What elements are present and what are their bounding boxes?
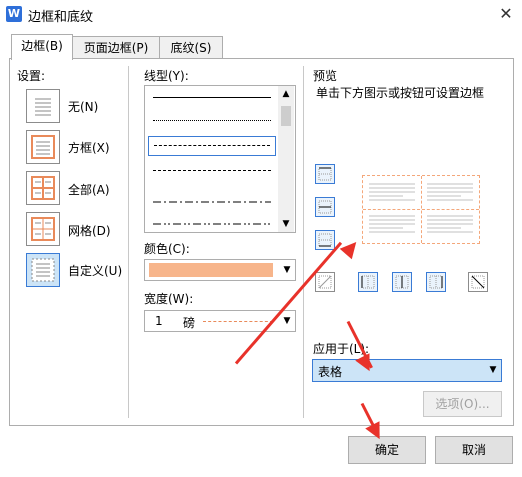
cancel-button[interactable]: 取消 — [435, 436, 513, 464]
right-border-button[interactable] — [426, 272, 446, 292]
bottom-border-icon — [318, 233, 332, 247]
line-style-solid[interactable] — [153, 97, 271, 98]
preview-hint: 单击下方图示或按钮可设置边框 — [316, 86, 485, 100]
column-divider — [128, 66, 129, 418]
width-label: 宽度(W): — [144, 292, 194, 306]
bottom-border-button[interactable] — [315, 230, 335, 250]
setting-grid-label: 网格(D) — [68, 224, 111, 238]
setting-custom-button[interactable] — [26, 253, 60, 287]
dialog-title: 边框和底纹 — [28, 10, 94, 25]
chevron-down-icon: ▼ — [283, 316, 291, 326]
line-style-scrollbar[interactable]: ▲ ▼ — [278, 86, 294, 232]
wps-app-icon: W — [6, 6, 22, 22]
apply-to-value: 表格 — [318, 365, 343, 379]
close-icon[interactable]: ✕ — [496, 4, 516, 24]
width-line-sample — [203, 321, 273, 322]
setting-all-button[interactable] — [26, 171, 60, 205]
inside-vertical-border-button[interactable] — [392, 272, 412, 292]
diagonal-up-border-button[interactable] — [468, 272, 488, 292]
setting-none-button[interactable] — [26, 89, 60, 123]
color-swatch — [149, 263, 273, 277]
left-border-icon — [361, 275, 375, 289]
width-value: 1 — [155, 314, 163, 328]
color-label: 颜色(C): — [144, 242, 190, 256]
inside-horizontal-border-button[interactable] — [315, 197, 335, 217]
no-border-icon — [35, 98, 51, 116]
box-border-icon — [31, 135, 55, 159]
color-dropdown[interactable]: ▼ — [144, 259, 296, 281]
scroll-down-icon[interactable]: ▼ — [278, 216, 294, 232]
chevron-down-icon: ▼ — [283, 265, 291, 275]
preview-heading: 预览 — [313, 69, 338, 83]
line-style-long-dash[interactable] — [153, 170, 271, 171]
scrollbar-thumb[interactable] — [281, 106, 291, 126]
left-border-button[interactable] — [358, 272, 378, 292]
chevron-down-icon: ▼ — [489, 365, 497, 375]
diagonal-up-border-icon — [471, 275, 485, 289]
diagonal-down-border-icon — [318, 275, 332, 289]
preview-text-lines — [369, 183, 473, 233]
tab-page-borders[interactable]: 页面边框(P) — [72, 36, 160, 59]
top-border-icon — [318, 167, 332, 181]
diagonal-down-border-button[interactable] — [315, 272, 335, 292]
line-style-list[interactable]: ▲ ▼ — [144, 85, 296, 233]
line-style-dash-dot[interactable] — [153, 192, 271, 203]
setting-none-label: 无(N) — [68, 100, 99, 114]
custom-border-icon — [31, 258, 55, 282]
line-style-dotted[interactable] — [153, 120, 271, 121]
scroll-up-icon[interactable]: ▲ — [278, 86, 294, 102]
line-style-selected-item[interactable] — [148, 136, 276, 156]
ok-button[interactable]: 确定 — [348, 436, 426, 464]
line-style-dashed — [154, 145, 270, 146]
setting-grid-button[interactable] — [26, 212, 60, 246]
preview-area[interactable] — [362, 175, 480, 244]
inside-vertical-border-icon — [395, 275, 409, 289]
width-unit: 磅 — [183, 316, 196, 330]
column-divider-2 — [303, 66, 304, 418]
tab-shading[interactable]: 底纹(S) — [159, 36, 223, 59]
title-bar: W 边框和底纹 ✕ — [0, 0, 522, 28]
setting-all-label: 全部(A) — [68, 183, 110, 197]
right-border-icon — [429, 275, 443, 289]
setting-custom-label: 自定义(U) — [68, 264, 123, 278]
inside-horizontal-border-icon — [318, 200, 332, 214]
setting-box-label: 方框(X) — [68, 141, 110, 155]
all-borders-icon — [31, 176, 55, 200]
tab-borders[interactable]: 边框(B) — [11, 34, 73, 60]
options-button[interactable]: 选项(O)... — [423, 391, 502, 417]
setting-box-button[interactable] — [26, 130, 60, 164]
line-style-label: 线型(Y): — [144, 69, 189, 83]
grid-border-icon — [31, 217, 55, 241]
line-style-dash-dot-dot[interactable] — [153, 214, 271, 225]
top-border-button[interactable] — [315, 164, 335, 184]
apply-to-dropdown[interactable]: 表格 ▼ — [312, 359, 502, 382]
settings-heading: 设置: — [17, 69, 46, 83]
